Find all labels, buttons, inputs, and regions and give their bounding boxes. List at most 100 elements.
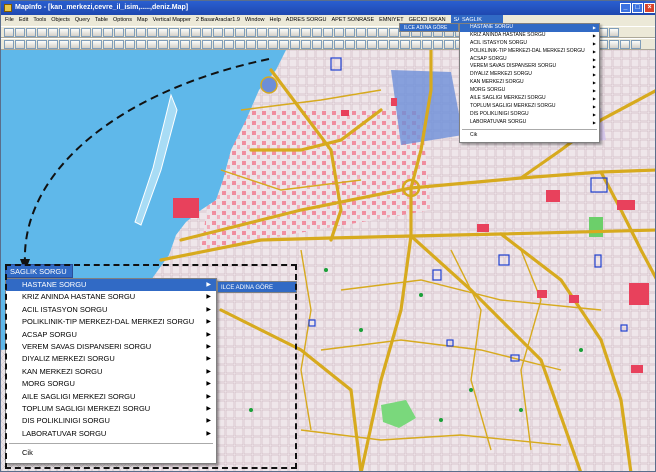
- toolbar-tool-icon[interactable]: [70, 39, 80, 49]
- toolbar-tool-icon[interactable]: [356, 39, 366, 49]
- menu-item-acil-istasyon-sorgu[interactable]: ACIL ISTASYON SORGU ▶: [6, 304, 216, 316]
- toolbar-tool-icon[interactable]: [312, 39, 322, 49]
- toolbar-tool-icon[interactable]: [4, 27, 14, 37]
- menu-item-cik[interactable]: Cik: [460, 132, 599, 140]
- toolbar-tool-icon[interactable]: [191, 27, 201, 37]
- toolbar-tool-icon[interactable]: [411, 39, 421, 49]
- menu-vertical-mapper[interactable]: Vertical Mapper: [153, 15, 191, 26]
- toolbar-tool-icon[interactable]: [191, 39, 201, 49]
- submenu-ilce-adina-gore[interactable]: ILCE ADINA GÖRE: [217, 281, 297, 293]
- menu-adres-sorgu[interactable]: ADRES SORGU: [286, 15, 327, 26]
- toolbar-tool-icon[interactable]: [323, 39, 333, 49]
- toolbar-tool-icon[interactable]: [180, 27, 190, 37]
- toolbar-tool-icon[interactable]: [268, 27, 278, 37]
- menu-item-morg-sorgu[interactable]: MORG SORGU ▶: [460, 87, 599, 95]
- toolbar-tool-icon[interactable]: [631, 39, 641, 49]
- menu-item-verem-savas-dispanseri-sorgu[interactable]: VEREM SAVAS DISPANSERI SORGU ▶: [6, 341, 216, 353]
- toolbar-tool-icon[interactable]: [290, 39, 300, 49]
- menu-objects[interactable]: Objects: [51, 15, 70, 26]
- toolbar-tool-icon[interactable]: [345, 39, 355, 49]
- menu-saglik-sorgu[interactable]: SAGLIK SORGU: [5, 264, 73, 278]
- toolbar-tool-icon[interactable]: [15, 39, 25, 49]
- menu-item-laboratuvar-sorgu[interactable]: LABORATUVAR SORGU ▶: [460, 119, 599, 127]
- menu-map[interactable]: Map: [137, 15, 148, 26]
- toolbar-tool-icon[interactable]: [125, 39, 135, 49]
- toolbar-tool-icon[interactable]: [213, 27, 223, 37]
- toolbar-tool-icon[interactable]: [620, 39, 630, 49]
- toolbar-tool-icon[interactable]: [323, 27, 333, 37]
- toolbar-tool-icon[interactable]: [114, 27, 124, 37]
- toolbar-tool-icon[interactable]: [367, 39, 377, 49]
- menu-help[interactable]: Help: [269, 15, 280, 26]
- toolbar-tool-icon[interactable]: [224, 27, 234, 37]
- toolbar-tool-icon[interactable]: [301, 27, 311, 37]
- toolbar-tool-icon[interactable]: [202, 39, 212, 49]
- toolbar-tool-icon[interactable]: [37, 39, 47, 49]
- toolbar-tool-icon[interactable]: [609, 39, 619, 49]
- toolbar-tool-icon[interactable]: [422, 39, 432, 49]
- menu-item-diyaliz-merkezi-sorgu[interactable]: DIYALIZ MERKEZI SORGU ▶: [6, 353, 216, 365]
- menu-apet-sonrase[interactable]: APET SONRASE: [331, 15, 374, 26]
- toolbar-tool-icon[interactable]: [114, 39, 124, 49]
- menu-item-toplum-sagligi-merkezi-sorgu[interactable]: TOPLUM SAGLIGI MERKEZI SORGU ▶: [460, 103, 599, 111]
- toolbar-tool-icon[interactable]: [125, 27, 135, 37]
- menu-item-acsap-sorgu[interactable]: ACSAP SORGU ▶: [6, 329, 216, 341]
- toolbar-tool-icon[interactable]: [235, 39, 245, 49]
- menu-options[interactable]: Options: [113, 15, 132, 26]
- toolbar-tool-icon[interactable]: [389, 39, 399, 49]
- menu-edit[interactable]: Edit: [19, 15, 28, 26]
- toolbar-tool-icon[interactable]: [268, 39, 278, 49]
- menu-table[interactable]: Table: [95, 15, 108, 26]
- toolbar-tool-icon[interactable]: [59, 39, 69, 49]
- menu-item-laboratuvar-sorgu[interactable]: LABORATUVAR SORGU ▶: [6, 428, 216, 440]
- menu-item-dis-poliklinigi-sorgu[interactable]: DIS POLIKLINIGI SORGU ▶: [6, 415, 216, 427]
- minimize-button[interactable]: _: [620, 3, 631, 13]
- toolbar-tool-icon[interactable]: [37, 27, 47, 37]
- toolbar-tool-icon[interactable]: [103, 27, 113, 37]
- menu-item-acsap-sorgu[interactable]: ACSAP SORGU ▶: [460, 56, 599, 64]
- toolbar-tool-icon[interactable]: [26, 39, 36, 49]
- toolbar-tool-icon[interactable]: [224, 39, 234, 49]
- toolbar-tool-icon[interactable]: [279, 39, 289, 49]
- toolbar-tool-icon[interactable]: [367, 27, 377, 37]
- toolbar-tool-icon[interactable]: [301, 39, 311, 49]
- toolbar-tool-icon[interactable]: [59, 27, 69, 37]
- menu-tools[interactable]: Tools: [33, 15, 46, 26]
- menu-item-kriz-aninda-hastane-sorgu[interactable]: KRIZ ANINDA HASTANE SORGU ▶: [460, 32, 599, 40]
- toolbar-tool-icon[interactable]: [136, 39, 146, 49]
- toolbar-tool-icon[interactable]: [4, 39, 14, 49]
- menu-item-hastane-sorgu[interactable]: HASTANE SORGU ▶: [6, 279, 216, 292]
- menu-query[interactable]: Query: [75, 15, 90, 26]
- toolbar-tool-icon[interactable]: [433, 39, 443, 49]
- toolbar-tool-icon[interactable]: [235, 27, 245, 37]
- toolbar-tool-icon[interactable]: [290, 27, 300, 37]
- close-button[interactable]: ×: [644, 3, 655, 13]
- toolbar-tool-icon[interactable]: [92, 27, 102, 37]
- toolbar-tool-icon[interactable]: [246, 27, 256, 37]
- toolbar-tool-icon[interactable]: [257, 27, 267, 37]
- toolbar-tool-icon[interactable]: [312, 27, 322, 37]
- menu-item-morg-sorgu[interactable]: MORG SORGU ▶: [6, 378, 216, 390]
- toolbar-tool-icon[interactable]: [92, 39, 102, 49]
- toolbar-tool-icon[interactable]: [70, 27, 80, 37]
- menu-item-aile-sagligi-merkezi-sorgu[interactable]: AILE SAGLIGI MERKEZI SORGU ▶: [460, 95, 599, 103]
- toolbar-tool-icon[interactable]: [444, 39, 454, 49]
- menu-file[interactable]: File: [5, 15, 14, 26]
- toolbar-tool-icon[interactable]: [158, 39, 168, 49]
- toolbar-tool-icon[interactable]: [609, 27, 619, 37]
- toolbar-tool-icon[interactable]: [169, 39, 179, 49]
- menu-item-poliklinik-tip-merkezi-dal-merkezi-sorgu[interactable]: POLIKLINIK-TIP MERKEZI-DAL MERKEZI SORGU…: [460, 48, 599, 56]
- toolbar-tool-icon[interactable]: [389, 27, 399, 37]
- toolbar-tool-icon[interactable]: [334, 39, 344, 49]
- menu-item-dis-poliklinigi-sorgu[interactable]: DIS POLIKLINIGI SORGU ▶: [460, 111, 599, 119]
- toolbar-tool-icon[interactable]: [378, 39, 388, 49]
- toolbar-tool-icon[interactable]: [136, 27, 146, 37]
- toolbar-tool-icon[interactable]: [345, 27, 355, 37]
- toolbar-tool-icon[interactable]: [158, 27, 168, 37]
- toolbar-tool-icon[interactable]: [26, 27, 36, 37]
- toolbar-tool-icon[interactable]: [147, 27, 157, 37]
- menu-item-poliklinik-tip-merkezi-dal-merkezi-sorgu[interactable]: POLIKLINIK-TIP MERKEZI-DAL MERKEZI SORGU…: [6, 316, 216, 328]
- toolbar-tool-icon[interactable]: [81, 27, 91, 37]
- menu-item-acil-istasyon-sorgu[interactable]: ACIL ISTASYON SORGU ▶: [460, 40, 599, 48]
- menu-item-cik[interactable]: Cik: [6, 447, 216, 459]
